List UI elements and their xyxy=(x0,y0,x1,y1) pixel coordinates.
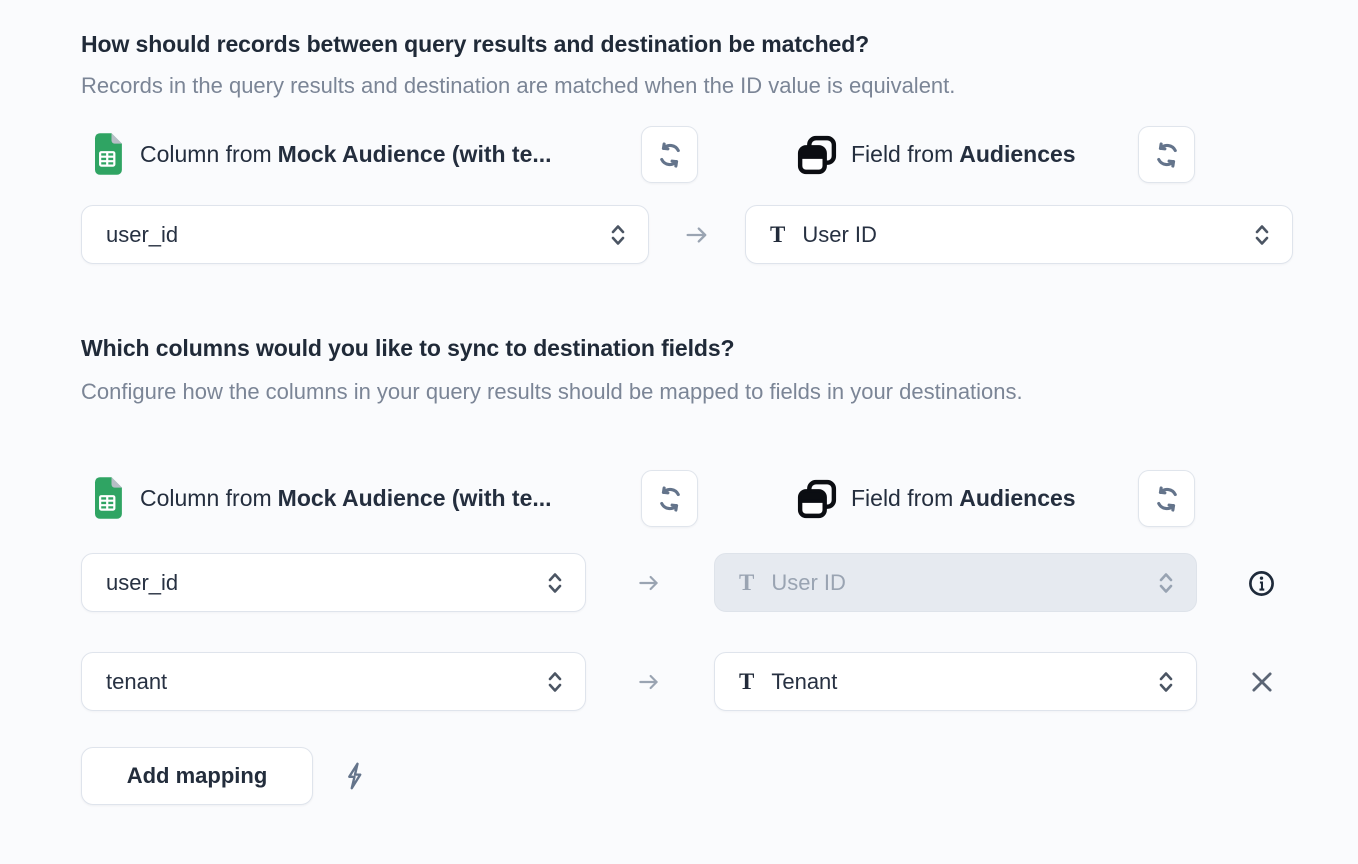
mapping-source-value: tenant xyxy=(106,669,545,695)
string-type-icon: T xyxy=(739,570,754,596)
source-header-prefix: Column from xyxy=(140,141,272,168)
chevron-up-down-icon xyxy=(1252,222,1272,248)
match-source-column-value: user_id xyxy=(106,222,608,248)
refresh-icon xyxy=(655,140,685,170)
source-header-prefix: Column from xyxy=(140,485,272,512)
chevron-up-down-icon xyxy=(545,570,565,596)
mapping-info-button[interactable] xyxy=(1243,565,1279,601)
mapping-destination-value: Tenant xyxy=(771,669,1156,695)
google-sheets-icon xyxy=(87,476,125,520)
destination-header-name: Audiences xyxy=(959,485,1075,512)
destination-header-name: Audiences xyxy=(959,141,1075,168)
lightning-icon xyxy=(341,761,371,791)
match-source-header: Column from Mock Audience (with te... xyxy=(140,126,552,183)
remove-mapping-button[interactable] xyxy=(1244,664,1280,700)
match-section-title: How should records between query results… xyxy=(81,31,869,58)
sync-section-title: Which columns would you like to sync to … xyxy=(81,335,735,362)
mapping-row-destination-select[interactable]: T Tenant xyxy=(714,652,1197,711)
mapping-destination-value: User ID xyxy=(771,570,1156,596)
refresh-destination-fields-button[interactable] xyxy=(1138,470,1195,527)
arrow-right-icon xyxy=(672,205,722,264)
mapping-row-source-select[interactable]: user_id xyxy=(81,553,586,612)
chevron-up-down-icon xyxy=(1156,669,1176,695)
string-type-icon: T xyxy=(739,669,754,695)
source-header-name: Mock Audience (with te... xyxy=(278,485,552,512)
audiences-icon xyxy=(795,477,839,521)
info-circle-icon xyxy=(1247,569,1276,598)
google-sheets-icon xyxy=(87,132,125,176)
refresh-source-columns-button[interactable] xyxy=(641,470,698,527)
sync-destination-header: Field from Audiences xyxy=(851,470,1076,527)
audiences-icon xyxy=(795,133,839,177)
match-destination-header: Field from Audiences xyxy=(851,126,1076,183)
chevron-up-down-icon xyxy=(1156,570,1176,596)
add-mapping-button[interactable]: Add mapping xyxy=(81,747,313,805)
refresh-icon xyxy=(1152,140,1182,170)
chevron-up-down-icon xyxy=(545,669,565,695)
suggest-mappings-button[interactable] xyxy=(338,758,374,794)
refresh-source-columns-button[interactable] xyxy=(641,126,698,183)
match-source-column-select[interactable]: user_id xyxy=(81,205,649,264)
string-type-icon: T xyxy=(770,222,785,248)
mapping-row-source-select[interactable]: tenant xyxy=(81,652,586,711)
refresh-icon xyxy=(655,484,685,514)
match-section-description: Records in the query results and destina… xyxy=(81,66,955,106)
sync-field-mapping-panel: How should records between query results… xyxy=(0,0,1358,864)
destination-header-prefix: Field from xyxy=(851,485,953,512)
mapping-source-value: user_id xyxy=(106,570,545,596)
destination-header-prefix: Field from xyxy=(851,141,953,168)
match-destination-field-select[interactable]: T User ID xyxy=(745,205,1293,264)
refresh-icon xyxy=(1152,484,1182,514)
sync-section-description: Configure how the columns in your query … xyxy=(81,372,1171,412)
arrow-right-icon xyxy=(624,553,674,612)
mapping-row-destination-select-disabled: T User ID xyxy=(714,553,1197,612)
x-icon xyxy=(1248,668,1276,696)
source-header-name: Mock Audience (with te... xyxy=(278,141,552,168)
refresh-destination-fields-button[interactable] xyxy=(1138,126,1195,183)
match-destination-field-value: User ID xyxy=(802,222,1252,248)
sync-source-header: Column from Mock Audience (with te... xyxy=(140,470,552,527)
chevron-up-down-icon xyxy=(608,222,628,248)
arrow-right-icon xyxy=(624,652,674,711)
